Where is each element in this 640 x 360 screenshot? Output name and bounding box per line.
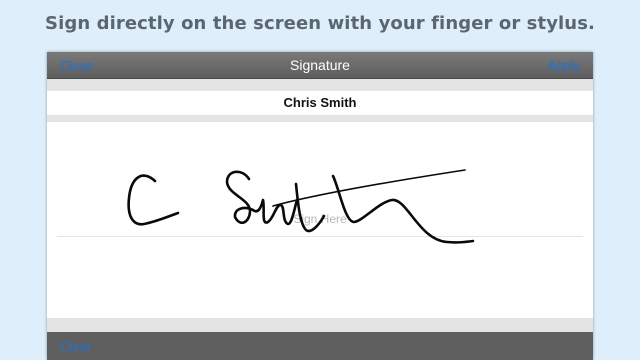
signature-dialog: Close Signature Apply Chris Smith Sign H… (47, 52, 593, 360)
signature-stroke-crossbar (272, 169, 466, 207)
separator-strip (47, 79, 593, 91)
apply-button[interactable]: Apply (547, 58, 580, 73)
signature-canvas[interactable]: Sign Here (47, 122, 593, 318)
signature-stroke-s (225, 170, 255, 224)
separator-strip (47, 318, 593, 332)
separator-strip (47, 115, 593, 122)
dialog-toolbar: Clear (47, 332, 593, 360)
signer-name: Chris Smith (47, 91, 593, 115)
signature-stroke-h (331, 174, 475, 244)
clear-button[interactable]: Clear (60, 339, 91, 354)
headline-text: Sign directly on the screen with your fi… (45, 13, 595, 34)
dialog-navbar: Close Signature Apply (47, 52, 593, 79)
signature-stroke-t (294, 182, 326, 233)
signature-stroke-mi (251, 198, 299, 226)
dialog-title: Signature (290, 57, 350, 73)
signature-ink (127, 169, 475, 244)
signature-stroke-c (127, 174, 180, 226)
